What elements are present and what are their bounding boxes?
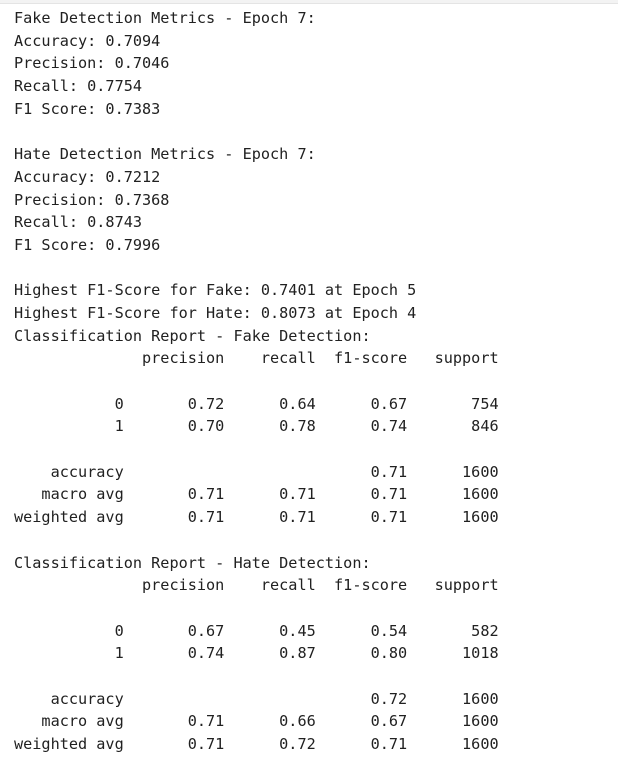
fake-report-accuracy-row: accuracy 0.71 1600	[14, 462, 499, 481]
hate-precision-line: Precision: 0.7368	[14, 190, 170, 209]
fake-f1-line: F1 Score: 0.7383	[14, 99, 161, 118]
fake-report-macro-avg-row: macro avg 0.71 0.71 0.71 1600	[14, 485, 499, 504]
hate-report-heading: Classification Report - Hate Detection:	[14, 553, 371, 572]
best-hate-f1-line: Highest F1-Score for Hate: 0.8073 at Epo…	[14, 303, 417, 322]
hate-report-macro-avg-row: macro avg 0.71 0.66 0.67 1600	[14, 712, 499, 731]
fake-report-weighted-avg-row: weighted avg 0.71 0.71 0.71 1600	[14, 508, 499, 527]
fake-metrics-heading: Fake Detection Metrics - Epoch 7:	[14, 9, 316, 27]
fake-accuracy-line: Accuracy: 0.7094	[14, 31, 161, 50]
fake-report-header-row: precision recall f1-score support	[14, 349, 499, 368]
hate-report-weighted-avg-row: weighted avg 0.71 0.72 0.71 1600	[14, 735, 499, 753]
best-fake-f1-line: Highest F1-Score for Fake: 0.7401 at Epo…	[14, 281, 417, 300]
fake-report-class-0-row: 0 0.72 0.64 0.67 754	[14, 394, 499, 413]
fake-recall-line: Recall: 0.7754	[14, 77, 143, 96]
hate-report-accuracy-row: accuracy 0.72 1600	[14, 689, 499, 708]
fake-report-class-1-row: 1 0.70 0.78 0.74 846	[14, 417, 499, 436]
fake-report-heading: Classification Report - Fake Detection:	[14, 326, 371, 345]
fake-precision-line: Precision: 0.7046	[14, 54, 170, 73]
hate-report-class-1-row: 1 0.74 0.87 0.80 1018	[14, 644, 499, 663]
hate-report-class-0-row: 0 0.67 0.45 0.54 582	[14, 621, 499, 640]
output-top-border	[0, 0, 618, 4]
hate-metrics-heading: Hate Detection Metrics - Epoch 7:	[14, 145, 316, 164]
cell-output-text: Fake Detection Metrics - Epoch 7: Accurac…	[14, 7, 499, 756]
hate-recall-line: Recall: 0.8743	[14, 213, 143, 232]
hate-accuracy-line: Accuracy: 0.7212	[14, 167, 161, 186]
hate-report-header-row: precision recall f1-score support	[14, 576, 499, 595]
hate-f1-line: F1 Score: 0.7996	[14, 235, 161, 254]
